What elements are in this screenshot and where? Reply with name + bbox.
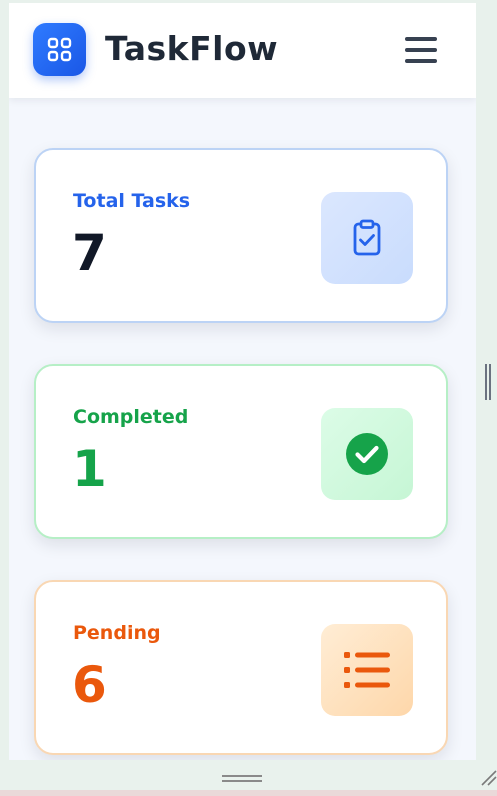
completed-value: 1 xyxy=(72,440,107,498)
total-tasks-label: Total Tasks xyxy=(73,190,191,212)
total-tasks-card[interactable]: Total Tasks 7 xyxy=(34,148,448,323)
pending-icon-tile xyxy=(321,624,413,716)
pending-label: Pending xyxy=(73,622,161,644)
total-tasks-icon-tile xyxy=(321,192,413,284)
menu-button[interactable] xyxy=(403,33,439,67)
resize-corner-icon xyxy=(481,770,497,786)
app-logo[interactable] xyxy=(33,23,86,76)
completed-label: Completed xyxy=(73,406,189,428)
app-header: TaskFlow xyxy=(9,3,476,98)
app-viewport: TaskFlow Total Tasks 7 Completed 1 Pendi… xyxy=(9,3,476,760)
side-resize-handle[interactable] xyxy=(485,364,492,400)
completed-icon-tile xyxy=(321,408,413,500)
app-title: TaskFlow xyxy=(105,29,279,68)
pending-value: 6 xyxy=(72,656,107,714)
hamburger-menu-icon xyxy=(405,37,437,63)
grid-icon xyxy=(47,37,72,62)
window-bottom-edge xyxy=(0,790,497,796)
drag-handle-icon xyxy=(222,775,262,782)
check-circle-icon xyxy=(346,433,388,475)
list-icon xyxy=(344,652,390,688)
bottom-resize-handle[interactable] xyxy=(222,770,262,782)
completed-card[interactable]: Completed 1 xyxy=(34,364,448,539)
clipboard-check-icon xyxy=(353,219,381,256)
corner-resize-handle[interactable] xyxy=(479,768,497,786)
total-tasks-value: 7 xyxy=(72,224,107,282)
drag-handle-icon xyxy=(485,364,491,400)
pending-card[interactable]: Pending 6 xyxy=(34,580,448,755)
